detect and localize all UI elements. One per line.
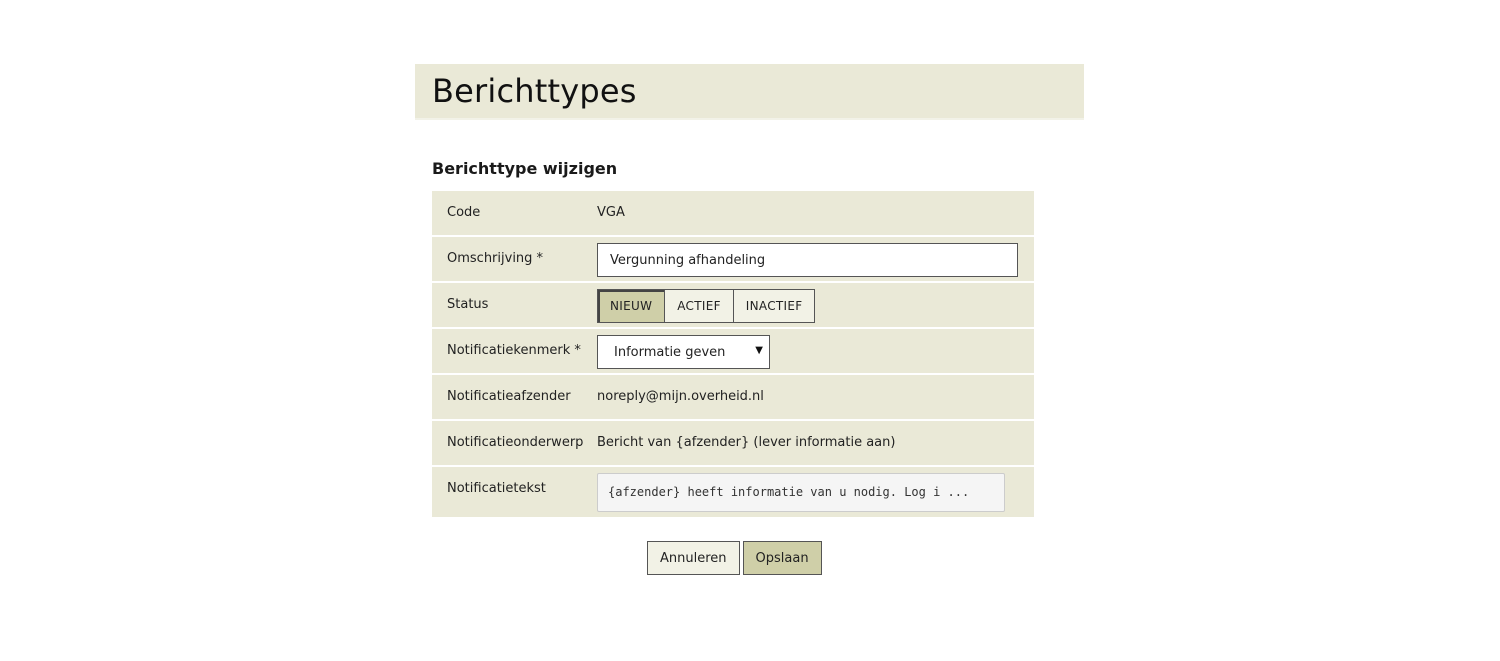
form-actions: Annuleren Opslaan (647, 541, 822, 575)
status-option-nieuw[interactable]: NIEUW (598, 290, 666, 322)
notificatietekst-editor[interactable]: {afzender} heeft informatie van u nodig.… (597, 473, 1005, 512)
notificatiekenmerk-label: Notificatiekenmerk * (447, 343, 581, 358)
code-label: Code (447, 205, 481, 220)
status-label: Status (447, 297, 489, 312)
notificatieonderwerp-label: Notificatieonderwerp (447, 435, 584, 450)
notificatieafzender-value: noreply@mijn.overheid.nl (597, 389, 764, 404)
page-header: Berichttypes (415, 64, 1084, 120)
status-toggle-group: NIEUW ACTIEF INACTIEF (597, 289, 816, 323)
omschrijving-label: Omschrijving * (447, 251, 544, 266)
notificatiekenmerk-selected: Informatie geven (614, 345, 726, 360)
code-value: VGA (597, 205, 625, 220)
notificatieafzender-label: Notificatieafzender (447, 389, 571, 404)
notificatieonderwerp-value: Bericht van {afzender} (lever informatie… (597, 435, 896, 450)
omschrijving-input[interactable] (597, 243, 1018, 277)
form-row-notificatiekenmerk: Notificatiekenmerk * Informatie geven ▼ (432, 329, 1034, 375)
caret-down-icon: ▼ (755, 345, 763, 356)
page: Berichttypes Berichttype wijzigen Code V… (0, 0, 1500, 661)
cancel-button[interactable]: Annuleren (647, 541, 740, 575)
notificatietekst-label: Notificatietekst (447, 481, 546, 496)
form-row-omschrijving: Omschrijving * (432, 237, 1034, 283)
save-button[interactable]: Opslaan (742, 541, 822, 575)
form-row-notificatieonderwerp: Notificatieonderwerp Bericht van {afzend… (432, 421, 1034, 467)
form-row-notificatietekst: Notificatietekst {afzender} heeft inform… (432, 467, 1034, 517)
status-option-inactief[interactable]: INACTIEF (733, 290, 815, 322)
notificatiekenmerk-select[interactable]: Informatie geven ▼ (597, 335, 770, 369)
edit-form: Code VGA Omschrijving * Status NIEUW ACT… (432, 191, 1034, 517)
section-title: Berichttype wijzigen (432, 159, 618, 178)
page-title: Berichttypes (432, 72, 637, 110)
form-row-code: Code VGA (432, 191, 1034, 237)
status-option-actief[interactable]: ACTIEF (665, 290, 734, 322)
form-row-notificatieafzender: Notificatieafzender noreply@mijn.overhei… (432, 375, 1034, 421)
form-row-status: Status NIEUW ACTIEF INACTIEF (432, 283, 1034, 329)
